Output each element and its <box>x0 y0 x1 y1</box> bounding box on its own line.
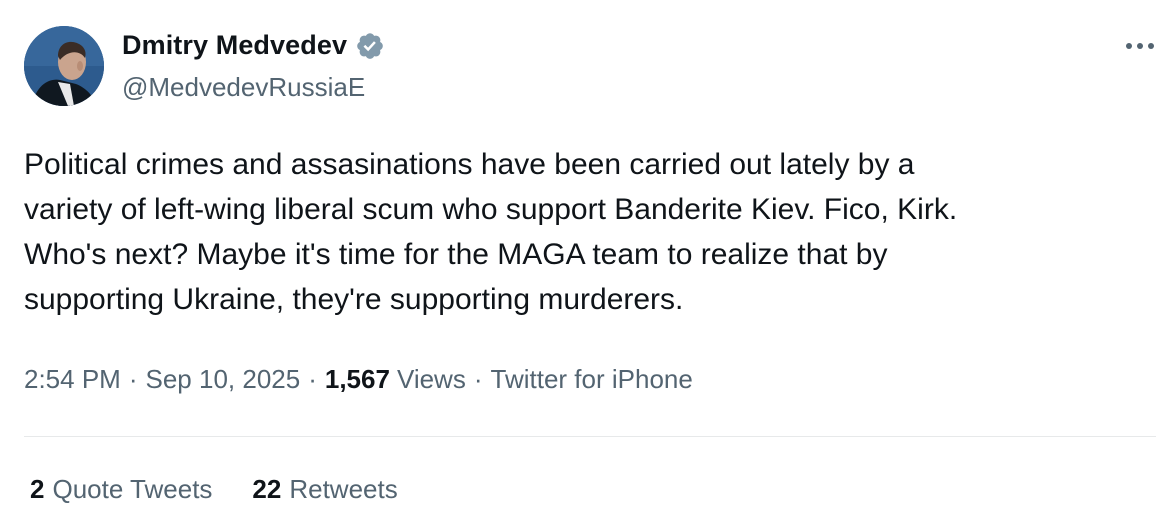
divider <box>24 436 1156 437</box>
tweet-stats: 2 Quote Tweets 22 Retweets <box>30 474 438 505</box>
author-handle[interactable]: @MedvedevRussiaE <box>122 72 365 103</box>
meta-separator: · <box>128 364 138 394</box>
tweet-meta: 2:54 PM · Sep 10, 2025 · 1,567 Views · T… <box>24 364 693 395</box>
tweet-time[interactable]: 2:54 PM <box>24 364 121 395</box>
tweet-text: Political crimes and assasinations have … <box>24 148 958 316</box>
retweets-link[interactable]: 22 Retweets <box>252 474 397 505</box>
quote-tweets-label: Quote Tweets <box>52 474 213 504</box>
tweet-source[interactable]: Twitter for iPhone <box>491 364 693 395</box>
quote-tweets-count: 2 <box>30 474 45 504</box>
more-dot <box>1148 43 1154 49</box>
author-display-name[interactable]: Dmitry Medvedev <box>122 30 347 61</box>
author-name-row[interactable]: Dmitry Medvedev <box>122 30 385 61</box>
tweet-date[interactable]: Sep 10, 2025 <box>146 364 301 395</box>
quote-tweets-link[interactable]: 2 Quote Tweets <box>30 474 212 505</box>
verified-badge-icon <box>355 31 385 61</box>
more-dot <box>1126 43 1132 49</box>
avatar-image <box>24 26 104 106</box>
retweets-count: 22 <box>252 474 282 504</box>
retweets-label: Retweets <box>289 474 398 504</box>
more-options-icon[interactable] <box>1122 36 1158 56</box>
more-dot <box>1137 43 1143 49</box>
avatar[interactable] <box>24 26 104 106</box>
views-label: Views <box>396 364 466 394</box>
meta-separator: · <box>308 364 317 394</box>
meta-separator: · <box>473 364 483 394</box>
views-count: 1,567 <box>324 364 390 394</box>
tweet-card: Dmitry Medvedev @MedvedevRussiaE Politic… <box>0 0 1168 520</box>
